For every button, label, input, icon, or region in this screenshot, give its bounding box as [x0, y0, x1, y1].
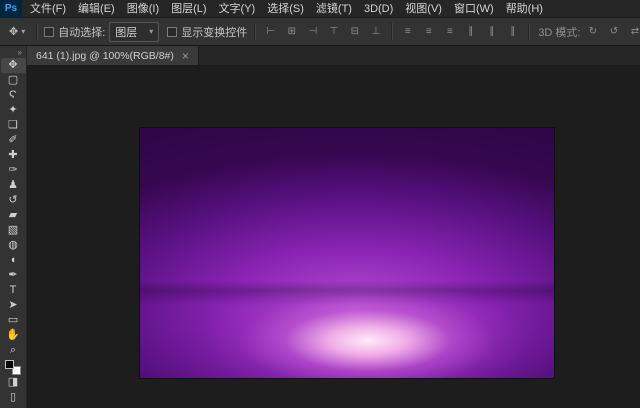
crop-tool[interactable]: ❏ [1, 118, 26, 133]
canvas-image[interactable] [140, 128, 554, 378]
tools-panel: » ✥ ▢ Ϛ ✦ ❏ ✐ ✚ ✑ ♟ ↺ ▰ ▧ ◍ ◖ ✒ T ➤ ▭ ✋ … [0, 46, 27, 408]
photoshop-logo-icon: Ps [0, 0, 22, 18]
align-top-edges-icon[interactable]: ⊤ [325, 23, 342, 40]
distribute-vertical-centers-icon[interactable]: ≡ [420, 23, 437, 40]
blur-tool[interactable]: ◍ [1, 238, 26, 253]
show-transform-controls-checkbox[interactable] [167, 26, 178, 37]
menu-file[interactable]: 文件(F) [24, 0, 72, 18]
spot-healing-brush-tool[interactable]: ✚ [1, 148, 26, 163]
auto-select-value: 图层 [115, 26, 138, 39]
menu-image[interactable]: 图像(I) [121, 0, 165, 18]
distribute-right-edges-icon[interactable]: ∥ [504, 23, 521, 40]
pen-tool[interactable]: ✒ [1, 268, 26, 283]
menu-layer[interactable]: 图层(L) [165, 0, 212, 18]
quick-selection-tool[interactable]: ✦ [1, 103, 26, 118]
zoom-tool[interactable]: ⌕ [1, 343, 26, 358]
menu-3d[interactable]: 3D(D) [358, 0, 399, 18]
divider [391, 23, 393, 40]
3d-rotate-icon[interactable]: ↻ [585, 23, 602, 40]
3d-drag-icon[interactable]: ⇄ [627, 23, 640, 40]
eraser-tool[interactable]: ▰ [1, 208, 26, 223]
chevron-down-icon: ▾ [149, 27, 154, 36]
document-workspace: 641 (1).jpg @ 100%(RGB/8#) × [27, 46, 640, 408]
collapse-panel-icon[interactable]: » [18, 47, 26, 58]
rectangle-tool[interactable]: ▭ [1, 313, 26, 328]
foreground-color-swatch[interactable] [5, 360, 14, 369]
photoshop-window: Ps 文件(F) 编辑(E) 图像(I) 图层(L) 文字(Y) 选择(S) 滤… [0, 0, 640, 408]
align-vertical-centers-icon[interactable]: ⊟ [346, 23, 363, 40]
menu-help[interactable]: 帮助(H) [500, 0, 549, 18]
options-bar: ✥ ▾ 自动选择: 图层 ▾ 显示变换控件 ⊢ ⊞ ⊣ ⊤ ⊟ ⊥ ≡ ≡ ≡ … [0, 18, 640, 46]
gradient-tool[interactable]: ▧ [1, 223, 26, 238]
3d-roll-icon[interactable]: ↺ [606, 23, 623, 40]
align-right-edges-icon[interactable]: ⊣ [304, 23, 321, 40]
clone-stamp-tool[interactable]: ♟ [1, 178, 26, 193]
move-tool[interactable]: ✥ [0, 58, 26, 73]
document-tab-bar: 641 (1).jpg @ 100%(RGB/8#) × [27, 46, 640, 66]
menu-window[interactable]: 窗口(W) [448, 0, 500, 18]
menu-select[interactable]: 选择(S) [261, 0, 310, 18]
align-horizontal-centers-icon[interactable]: ⊞ [283, 23, 300, 40]
history-brush-tool[interactable]: ↺ [1, 193, 26, 208]
color-swatches[interactable] [5, 360, 21, 375]
quick-mask-icon[interactable]: ◨ [1, 375, 26, 390]
3d-mode-label: 3D 模式: [538, 26, 581, 39]
distribute-left-edges-icon[interactable]: ∥ [462, 23, 479, 40]
path-selection-tool[interactable]: ➤ [1, 298, 26, 313]
move-tool-icon: ✥ [9, 26, 19, 38]
show-transform-controls-label: 显示变换控件 [181, 26, 248, 39]
menu-type[interactable]: 文字(Y) [213, 0, 262, 18]
brush-tool[interactable]: ✑ [1, 163, 26, 178]
auto-select-checkbox[interactable] [44, 26, 55, 37]
tool-preset-picker[interactable]: ✥ ▾ [5, 25, 29, 38]
eyedropper-tool[interactable]: ✐ [1, 133, 26, 148]
auto-select-label: 自动选择: [58, 26, 106, 39]
divider [36, 23, 38, 40]
divider [254, 23, 256, 40]
chevron-down-icon: ▾ [21, 27, 26, 36]
align-bottom-edges-icon[interactable]: ⊥ [367, 23, 384, 40]
menu-bar: Ps 文件(F) 编辑(E) 图像(I) 图层(L) 文字(Y) 选择(S) 滤… [0, 0, 640, 18]
menu-edit[interactable]: 编辑(E) [72, 0, 121, 18]
divider [528, 23, 530, 40]
menu-filter[interactable]: 滤镜(T) [310, 0, 358, 18]
close-icon[interactable]: × [182, 50, 189, 62]
document-tab[interactable]: 641 (1).jpg @ 100%(RGB/8#) × [27, 46, 199, 65]
auto-select-dropdown[interactable]: 图层 ▾ [109, 21, 160, 42]
main-area: » ✥ ▢ Ϛ ✦ ❏ ✐ ✚ ✑ ♟ ↺ ▰ ▧ ◍ ◖ ✒ T ➤ ▭ ✋ … [0, 46, 640, 408]
type-tool[interactable]: T [1, 283, 26, 298]
distribute-horizontal-centers-icon[interactable]: ∥ [483, 23, 500, 40]
rectangular-marquee-tool[interactable]: ▢ [1, 73, 26, 88]
hand-tool[interactable]: ✋ [1, 328, 26, 343]
align-left-edges-icon[interactable]: ⊢ [262, 23, 279, 40]
distribute-top-edges-icon[interactable]: ≡ [399, 23, 416, 40]
dodge-tool[interactable]: ◖ [1, 253, 26, 268]
lasso-tool[interactable]: Ϛ [1, 88, 26, 103]
document-tab-title: 641 (1).jpg @ 100%(RGB/8#) [36, 49, 174, 62]
distribute-bottom-edges-icon[interactable]: ≡ [441, 23, 458, 40]
screen-mode-icon[interactable]: ▯ [1, 390, 26, 405]
menu-view[interactable]: 视图(V) [399, 0, 448, 18]
